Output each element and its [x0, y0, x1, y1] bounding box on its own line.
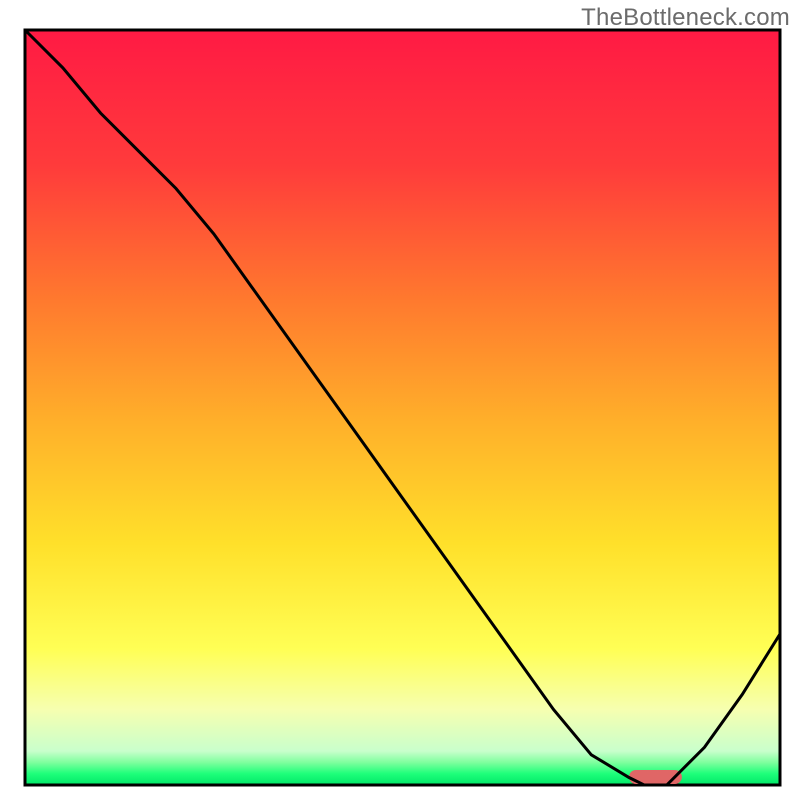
bottleneck-chart [0, 0, 800, 800]
plot-background [25, 30, 780, 785]
chart-container: TheBottleneck.com [0, 0, 800, 800]
watermark-label: TheBottleneck.com [581, 4, 790, 32]
